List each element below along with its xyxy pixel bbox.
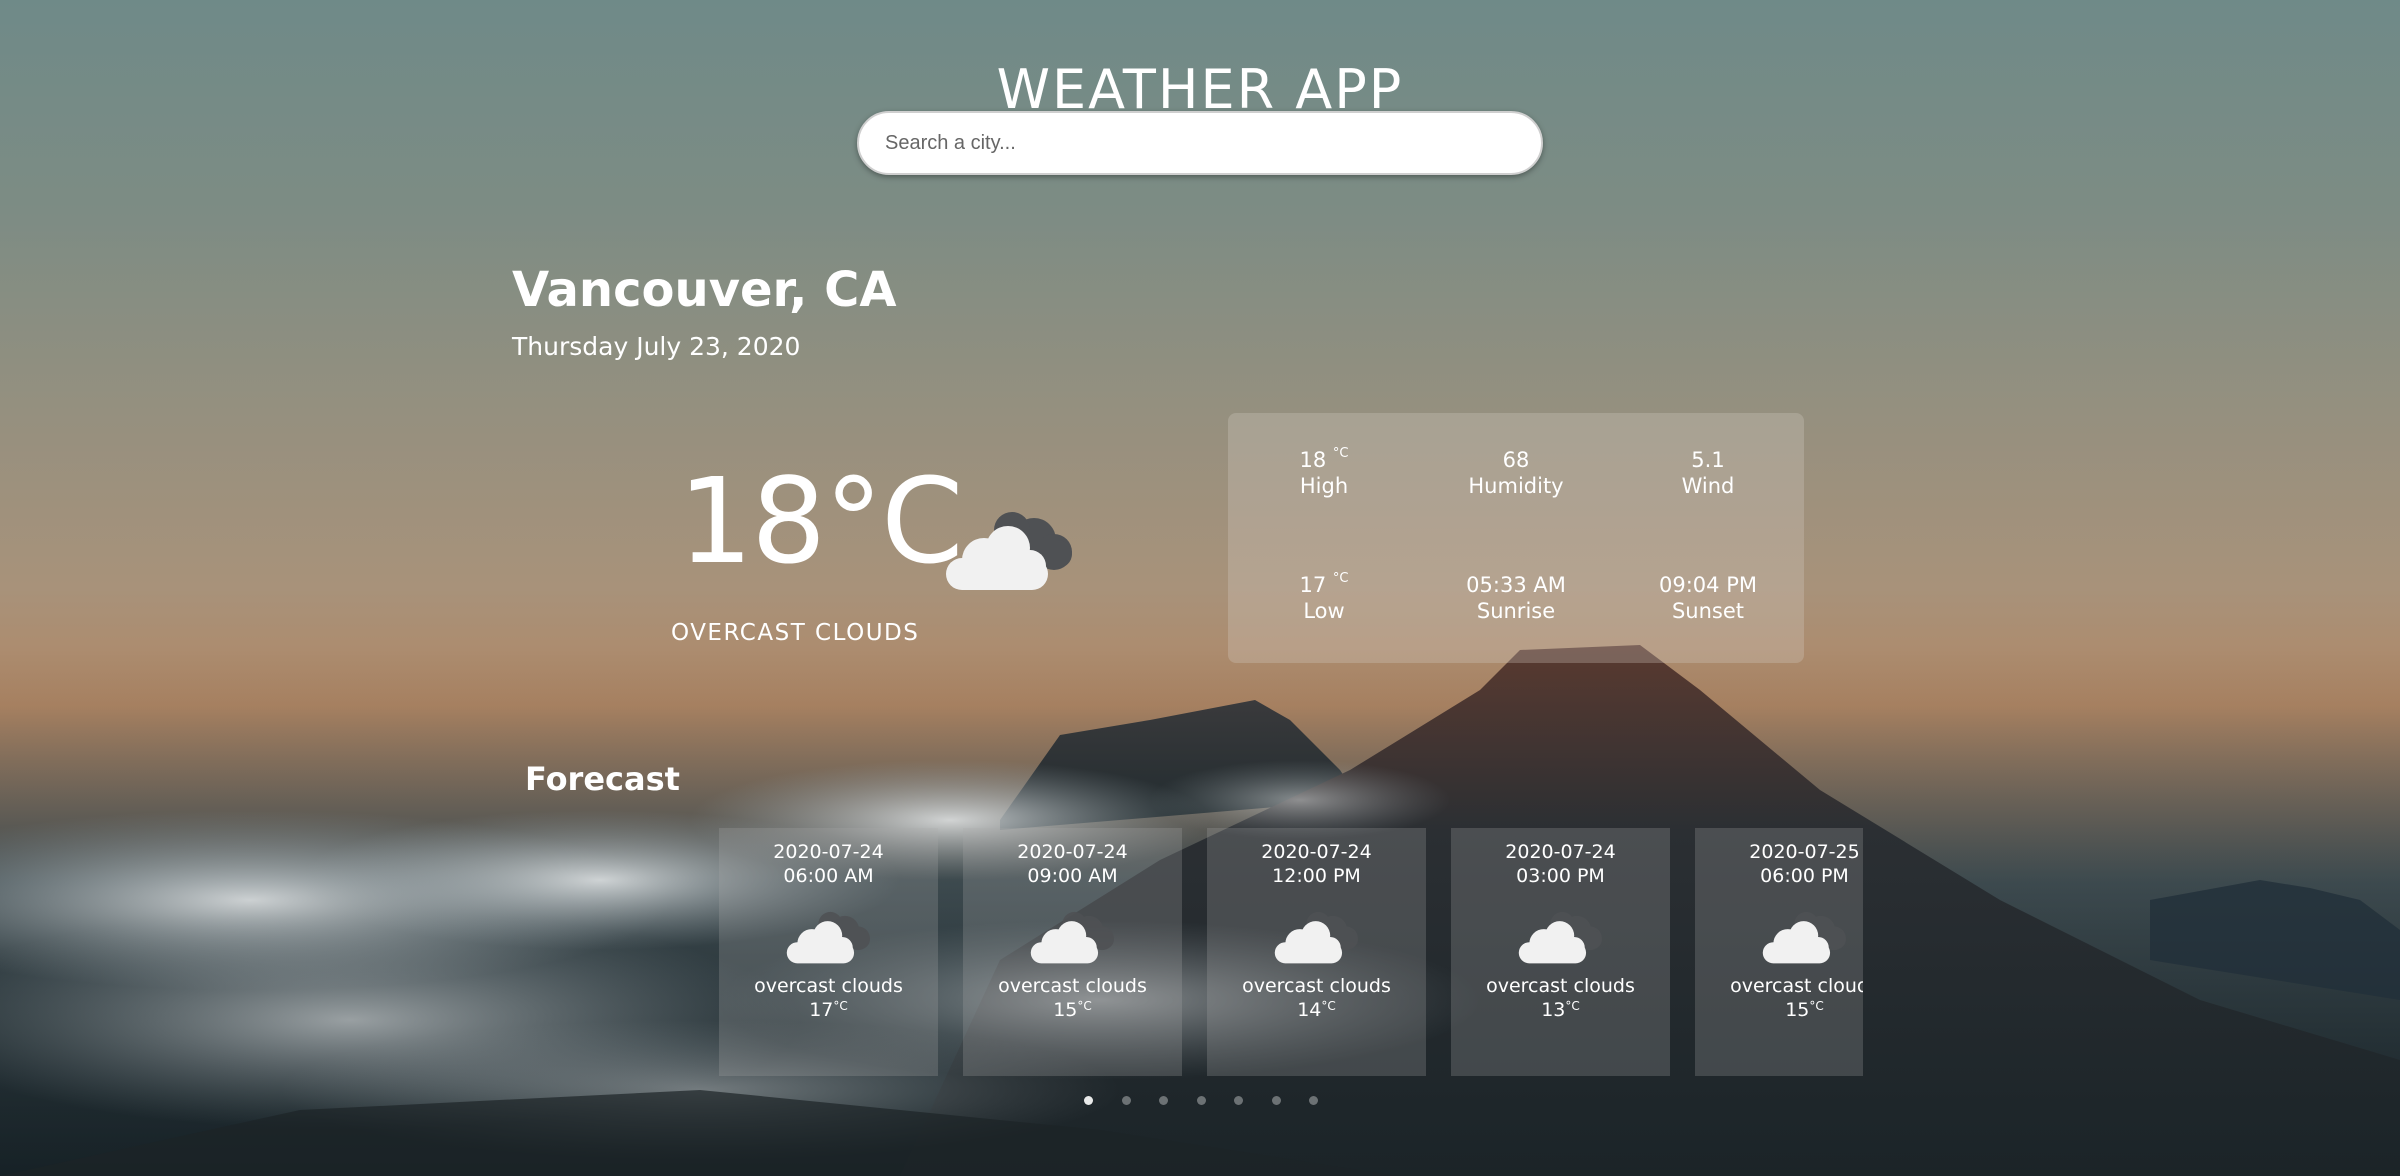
details-panel: 18 °C High 68 Humidity 5.1 Wind 17 °C Lo… [1228, 413, 1804, 663]
current-temp-unit: °C [824, 452, 963, 590]
carousel-dot[interactable] [1196, 1096, 1206, 1105]
low-label: Low [1303, 599, 1345, 623]
sunset-value: 09:04 PM [1659, 573, 1757, 597]
forecast-description: overcast clouds [1242, 975, 1391, 997]
forecast-description: overcast clouds [1730, 975, 1863, 997]
forecast-temp-value: 15 [1785, 999, 1810, 1021]
humidity-value: 68 [1502, 448, 1530, 472]
humidity: 68 Humidity [1420, 447, 1612, 499]
sunrise-label: Sunrise [1476, 599, 1556, 623]
low-unit: °C [1332, 571, 1349, 586]
cloud-icon [1030, 911, 1114, 964]
forecast-temp-value: 15 [1053, 999, 1078, 1021]
carousel-dot[interactable] [1309, 1096, 1318, 1105]
forecast-date: 2020-07-24 [1261, 841, 1372, 863]
wind-label: Wind [1681, 474, 1735, 498]
forecast-temp-unit: °C [1565, 999, 1580, 1013]
forecast-title: Forecast [525, 760, 680, 798]
low-temp: 17 °C Low [1228, 571, 1420, 624]
forecast-card: 2020-07-24 09:00 AM overcast clouds 15°C [963, 828, 1182, 1076]
forecast-temperature: 14°C [1207, 998, 1426, 1022]
forecast-temp-value: 14 [1297, 999, 1322, 1021]
sunset-label: Sunset [1671, 599, 1745, 623]
current-temp-value: 18 [678, 452, 826, 590]
forecast-description: overcast clouds [754, 975, 903, 997]
carousel-dot[interactable] [1084, 1096, 1093, 1105]
carousel-dot[interactable] [1234, 1096, 1243, 1105]
forecast-time: 03:00 PM [1516, 865, 1605, 887]
current-description: OVERCAST CLOUDS [671, 620, 920, 646]
high-label: High [1299, 474, 1349, 498]
sunrise-value: 05:33 AM [1466, 573, 1566, 597]
humidity-label: Humidity [1468, 474, 1564, 498]
forecast-time: 09:00 AM [1027, 865, 1118, 887]
cloud-icon [786, 911, 870, 964]
forecast-temp-unit: °C [1077, 999, 1092, 1013]
forecast-description: overcast clouds [1486, 975, 1635, 997]
forecast-description: overcast clouds [998, 975, 1147, 997]
forecast-time: 06:00 AM [783, 865, 874, 887]
high-unit: °C [1332, 446, 1349, 461]
forecast-temp-unit: °C [1321, 999, 1336, 1013]
forecast-card: 2020-07-24 03:00 PM overcast clouds 13°C [1451, 828, 1670, 1076]
sunrise: 05:33 AM Sunrise [1420, 572, 1612, 624]
city-name: Vancouver, CA [512, 262, 897, 318]
carousel-dot[interactable] [1159, 1096, 1168, 1105]
low-value: 17 [1299, 573, 1327, 597]
forecast-temp-unit: °C [1809, 999, 1824, 1013]
forecast-temperature: 13°C [1451, 998, 1670, 1022]
wind-value: 5.1 [1691, 448, 1725, 472]
cloud-icon [1762, 911, 1846, 964]
forecast-temp-unit: °C [833, 999, 848, 1013]
sunset: 09:04 PM Sunset [1612, 572, 1804, 624]
carousel-dot[interactable] [1121, 1096, 1131, 1105]
forecast-card: 2020-07-24 06:00 AM overcast clouds 17°C [719, 828, 938, 1076]
search-input[interactable] [857, 111, 1543, 175]
forecast-temperature: 15°C [1695, 998, 1863, 1022]
wind: 5.1 Wind [1612, 447, 1804, 499]
forecast-card: 2020-07-2506:00 PM overcast clouds15°C [1695, 828, 1863, 1076]
carousel-dot[interactable] [1271, 1096, 1281, 1105]
cloud-icon [1274, 911, 1358, 964]
forecast-date: 2020-07-24 [773, 841, 884, 863]
forecast-time: 12:00 PM [1272, 865, 1361, 887]
forecast-card: 2020-07-24 12:00 PM overcast clouds 14°C [1207, 828, 1426, 1076]
current-date: Thursday July 23, 2020 [512, 332, 801, 361]
forecast-date: 2020-07-24 [1505, 841, 1616, 863]
forecast-carousel[interactable]: 2020-07-24 06:00 AM overcast clouds 17°C 202… [719, 828, 1863, 1078]
forecast-time: 06:00 PM [1760, 865, 1849, 887]
forecast-temp-value: 13 [1541, 999, 1566, 1021]
cloud-icon [946, 512, 1072, 590]
high-value: 18 [1299, 448, 1327, 472]
forecast-temperature: 17°C [719, 998, 938, 1022]
high-temp: 18 °C High [1228, 446, 1420, 499]
forecast-date: 2020-07-24 [1017, 841, 1128, 863]
forecast-date: 2020-07-25 [1749, 841, 1860, 863]
current-temperature: 18°C [678, 452, 964, 590]
cloud-icon [1518, 911, 1602, 964]
forecast-temperature: 15°C [963, 998, 1182, 1022]
forecast-temp-value: 17 [809, 999, 834, 1021]
